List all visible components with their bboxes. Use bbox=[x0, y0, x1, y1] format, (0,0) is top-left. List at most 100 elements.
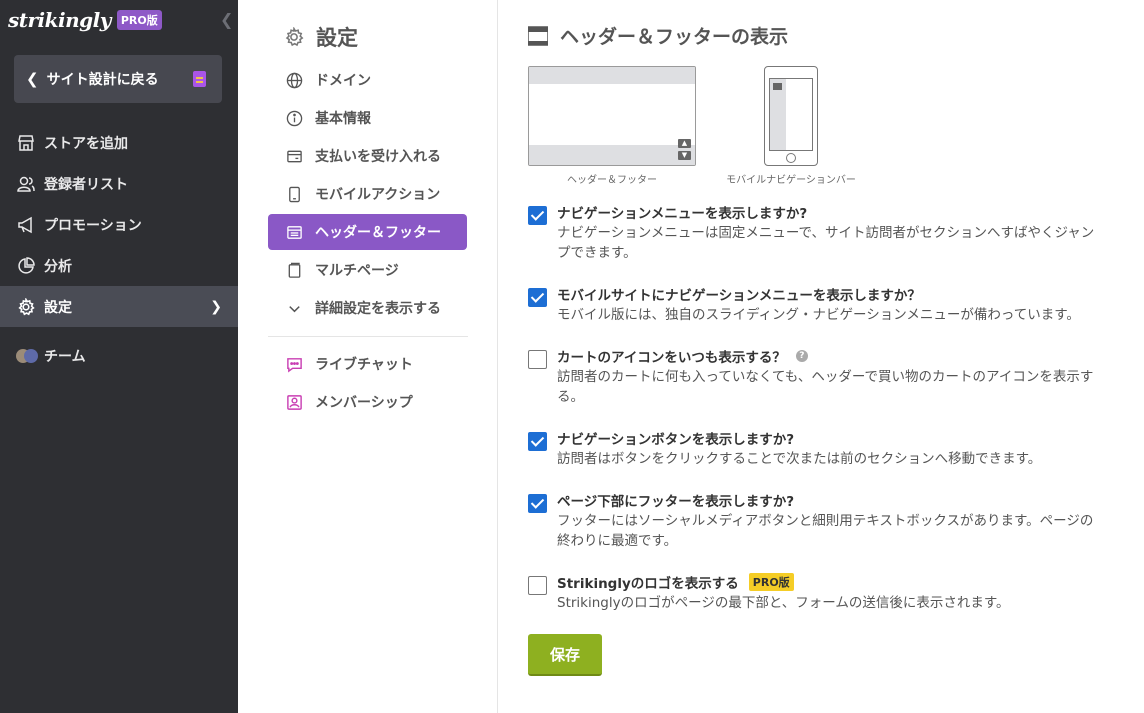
settings-item-label: 支払いを受け入れる bbox=[315, 149, 441, 165]
save-button[interactable]: 保存 bbox=[528, 634, 602, 676]
settings-item-label: モバイルアクション bbox=[315, 187, 441, 203]
settings-item-label: ライブチャット bbox=[315, 357, 413, 373]
strikingly-logo[interactable]: strikingly bbox=[8, 8, 111, 32]
divider bbox=[268, 336, 468, 337]
option-title: ページ下部にフッターを表示しますか? bbox=[557, 494, 795, 510]
globe-icon bbox=[285, 71, 303, 89]
pro-tag: PRO版 bbox=[748, 573, 794, 591]
sidebar-nav: ストアを追加 登録者リスト プロモーション 分析 設定 ❯ チーム bbox=[0, 122, 238, 376]
help-icon[interactable]: ? bbox=[795, 350, 808, 362]
settings-item-header-footer[interactable]: ヘッダー＆フッター bbox=[268, 214, 467, 250]
chevron-down-icon bbox=[285, 299, 303, 317]
settings-item-live-chat[interactable]: ライブチャット bbox=[268, 346, 467, 382]
nav-buttons-checkbox[interactable] bbox=[528, 432, 547, 451]
strikingly-logo-checkbox[interactable] bbox=[528, 576, 547, 595]
option-title: カートのアイコンをいつも表示する？ bbox=[557, 350, 786, 366]
main-panel: ヘッダー＆フッターの表示 ▲ ▼ ヘッダー＆フッター モバイルナビゲーションバー… bbox=[527, 0, 1128, 713]
preview-phone-screen bbox=[769, 78, 813, 151]
sidebar-item-store[interactable]: ストアを追加 bbox=[0, 122, 238, 163]
option-description: フッターにはソーシャルメディアボタンと細則用テキストボックスがあります。ページの… bbox=[557, 513, 1094, 549]
preview-header-bar bbox=[529, 67, 695, 84]
chevron-left-icon: ❮ bbox=[26, 70, 39, 88]
pie-chart-icon bbox=[16, 256, 36, 276]
option-description: 訪問者のカートに何も入っていなくても、ヘッダーで買い物のカートのアイコンを表示す… bbox=[557, 369, 1094, 405]
preview-footer-bar bbox=[529, 145, 695, 165]
settings-item-label: 詳細設定を表示する bbox=[315, 301, 441, 317]
sidebar-item-label: 分析 bbox=[44, 258, 72, 275]
chat-icon bbox=[285, 355, 303, 373]
sidebar-item-promotion[interactable]: プロモーション bbox=[0, 204, 238, 245]
settings-apps-list: ライブチャット メンバーシップ bbox=[268, 346, 467, 422]
back-button-label: サイト設計に戻る bbox=[46, 72, 159, 88]
option-title-row: Strikinglyのロゴを表示する PRO版 bbox=[557, 572, 794, 592]
sidebar-item-label: 登録者リスト bbox=[44, 176, 128, 193]
header-footer-icon bbox=[527, 25, 549, 46]
sidebar-item-subscribers[interactable]: 登録者リスト bbox=[0, 163, 238, 204]
member-icon bbox=[285, 393, 303, 411]
section-header: ヘッダー＆フッターの表示 bbox=[527, 22, 789, 49]
option-title: ナビゲーションボタンを表示しますか? bbox=[557, 432, 795, 448]
settings-item-label: 基本情報 bbox=[315, 111, 371, 127]
option-title-row: カートのアイコンをいつも表示する？ ? bbox=[557, 346, 808, 366]
settings-item-mobile-actions[interactable]: モバイルアクション bbox=[268, 176, 467, 212]
brand: strikingly PRO版 bbox=[8, 6, 162, 34]
settings-item-label: ドメイン bbox=[315, 73, 371, 89]
preview-down-arrow-icon: ▼ bbox=[678, 151, 691, 160]
preview-up-arrow-icon: ▲ bbox=[678, 139, 691, 148]
team-avatar-icon bbox=[16, 346, 38, 366]
credit-card-icon bbox=[285, 147, 303, 165]
settings-item-label: マルチページ bbox=[315, 263, 399, 279]
option-title: ナビゲーションメニューを表示しますか? bbox=[557, 206, 808, 222]
header-footer-icon bbox=[285, 223, 303, 241]
settings-nav-list: ドメイン 基本情報 支払いを受け入れる モバイルアクション ヘッダー＆フッター bbox=[268, 62, 467, 328]
preview-mobile-menu bbox=[770, 79, 786, 150]
pro-badge: PRO版 bbox=[116, 10, 162, 30]
sidebar-item-label: プロモーション bbox=[44, 217, 142, 234]
cart-icon-checkbox[interactable] bbox=[528, 350, 547, 369]
info-icon bbox=[285, 109, 303, 127]
store-icon bbox=[16, 133, 36, 153]
users-icon bbox=[16, 174, 36, 194]
sidebar-item-label: ストアを追加 bbox=[44, 135, 128, 152]
sidebar-item-label: チーム bbox=[44, 348, 86, 365]
option-description: モバイル版には、独自のスライディング・ナビゲーションメニューが備わっています。 bbox=[557, 307, 1080, 323]
sidebar-item-settings[interactable]: 設定 ❯ bbox=[0, 286, 238, 327]
desktop-preview-image: ▲ ▼ bbox=[528, 66, 696, 166]
document-icon bbox=[193, 71, 206, 87]
megaphone-icon bbox=[16, 215, 36, 235]
sidebar-item-team[interactable]: チーム bbox=[0, 335, 238, 376]
settings-header: 設定 bbox=[284, 22, 358, 52]
page-title: 設定 bbox=[316, 26, 358, 50]
nav-menu-checkbox[interactable] bbox=[528, 206, 547, 225]
section-title: ヘッダー＆フッターの表示 bbox=[560, 26, 789, 48]
option-title: Strikinglyのロゴを表示する bbox=[557, 576, 739, 592]
settings-item-domain[interactable]: ドメイン bbox=[268, 62, 467, 98]
back-to-site-editor-button[interactable]: ❮ サイト設計に戻る bbox=[14, 55, 222, 103]
mobile-icon bbox=[285, 185, 303, 203]
gear-icon bbox=[16, 297, 36, 317]
collapse-sidebar-icon[interactable]: ❮ bbox=[220, 10, 233, 29]
settings-item-show-advanced[interactable]: 詳細設定を表示する bbox=[268, 290, 467, 326]
gear-icon bbox=[284, 26, 304, 47]
footer-checkbox[interactable] bbox=[528, 494, 547, 513]
option-title: モバイルサイトにナビゲーションメニューを表示しますか？ bbox=[557, 288, 921, 304]
settings-item-membership[interactable]: メンバーシップ bbox=[268, 384, 467, 420]
settings-item-basic-info[interactable]: 基本情報 bbox=[268, 100, 467, 136]
option-description: 訪問者はボタンをクリックすることで次または前のセクションへ移動できます。 bbox=[557, 451, 1042, 467]
settings-item-label: メンバーシップ bbox=[315, 395, 413, 411]
mobile-preview-caption: モバイルナビゲーションバー bbox=[726, 175, 856, 186]
option-description: ナビゲーションメニューは固定メニューで、サイト訪問者がセクションへすばやくジャン… bbox=[557, 225, 1095, 261]
settings-item-multipage[interactable]: マルチページ bbox=[268, 252, 467, 288]
sidebar-item-label: 設定 bbox=[44, 299, 72, 316]
main-sidebar: strikingly PRO版 ❮ ❮ サイト設計に戻る ストアを追加 登録者リ… bbox=[0, 0, 238, 713]
settings-item-payments[interactable]: 支払いを受け入れる bbox=[268, 138, 467, 174]
pages-icon bbox=[285, 261, 303, 279]
desktop-preview-caption: ヘッダー＆フッター bbox=[567, 175, 657, 186]
settings-nav: 設定 ドメイン 基本情報 支払いを受け入れる モバイルアクション ヘッダー＆フッ… bbox=[268, 0, 498, 713]
option-description: Strikinglyのロゴがページの最下部と、フォームの送信後に表示されます。 bbox=[557, 595, 1010, 611]
chevron-right-icon: ❯ bbox=[210, 298, 222, 315]
preview-home-button bbox=[786, 153, 796, 163]
settings-item-label: ヘッダー＆フッター bbox=[315, 225, 441, 241]
mobile-nav-menu-checkbox[interactable] bbox=[528, 288, 547, 307]
sidebar-item-analytics[interactable]: 分析 bbox=[0, 245, 238, 286]
